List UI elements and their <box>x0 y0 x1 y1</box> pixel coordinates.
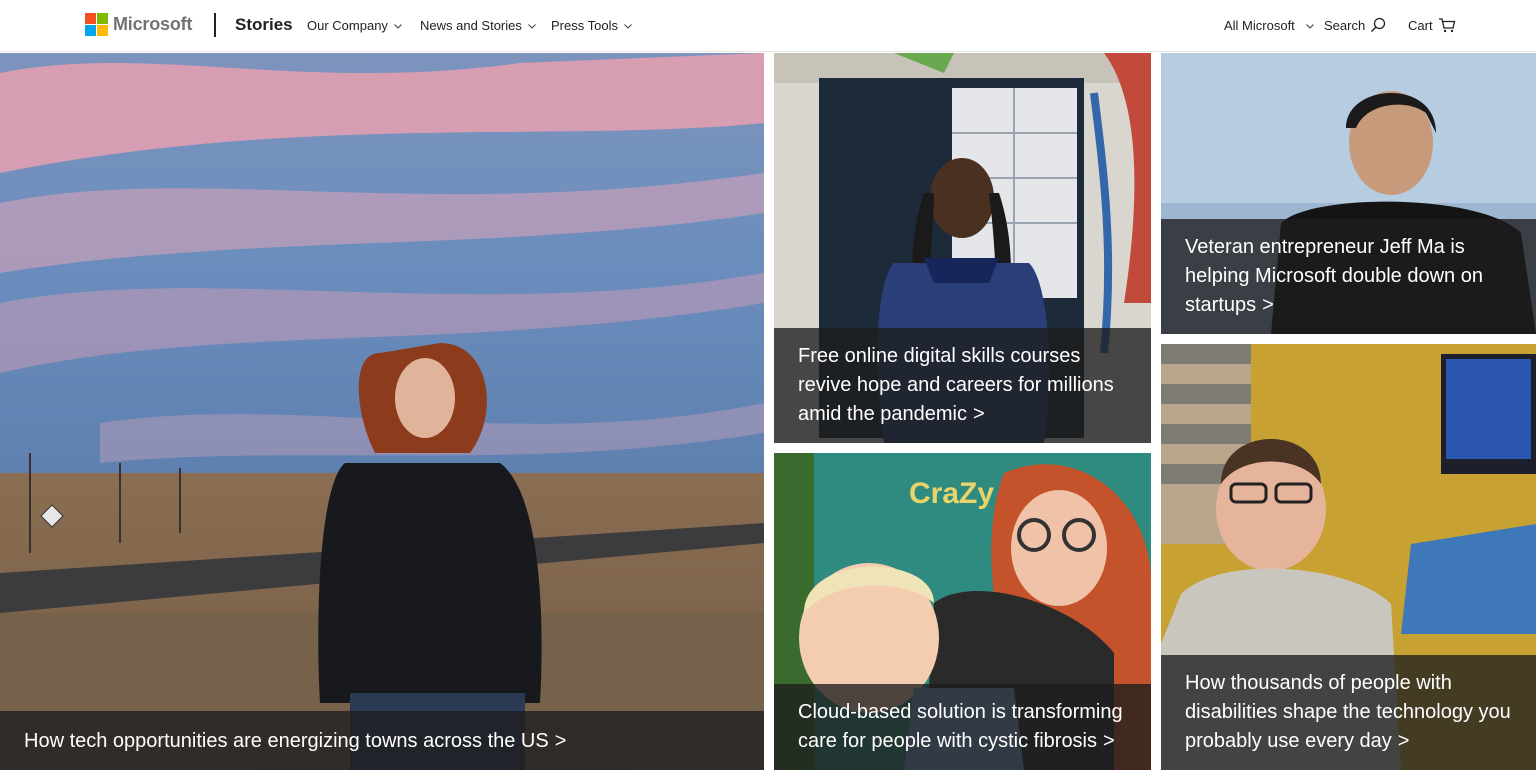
story-caption[interactable]: How thousands of people with disabilitie… <box>1161 655 1536 770</box>
site-header: Microsoft Stories Our Company News and S… <box>0 0 1536 52</box>
search-label: Search <box>1324 17 1366 33</box>
cart-icon <box>1438 18 1455 33</box>
story-title: How tech opportunities are energizing to… <box>24 730 549 752</box>
story-tile-jeff-ma[interactable]: Veteran entrepreneur Jeff Ma is helping … <box>1161 53 1536 334</box>
crazy-sign: CraZy <box>909 477 994 510</box>
chevron-down-icon <box>528 22 536 30</box>
story-title: Cloud-based solution is transforming car… <box>798 701 1123 752</box>
story-caption[interactable]: Free online digital skills courses reviv… <box>774 328 1151 443</box>
nav-label: Our Company <box>307 18 388 33</box>
microsoft-logo[interactable]: Microsoft <box>85 13 192 36</box>
search-button[interactable]: Search <box>1324 17 1386 33</box>
story-title: How thousands of people with disabilitie… <box>1185 672 1511 752</box>
story-photo <box>0 53 764 770</box>
search-icon <box>1371 17 1386 32</box>
story-title: Free online digital skills courses reviv… <box>798 345 1114 425</box>
chevron-down-icon <box>394 22 402 30</box>
chevron-right-icon: > <box>1103 730 1115 752</box>
story-tile-digital-skills[interactable]: Free online digital skills courses reviv… <box>774 53 1151 443</box>
all-microsoft-menu[interactable]: All Microsoft <box>1224 18 1314 33</box>
story-caption[interactable]: Veteran entrepreneur Jeff Ma is helping … <box>1161 219 1536 334</box>
story-caption[interactable]: Cloud-based solution is transforming car… <box>774 684 1151 770</box>
chevron-right-icon: > <box>1262 294 1274 316</box>
nav-our-company[interactable]: Our Company <box>307 18 402 33</box>
cart-button[interactable]: Cart <box>1408 17 1456 33</box>
story-tile-towns[interactable]: How tech opportunities are energizing to… <box>0 53 764 770</box>
microsoft-logo-icon <box>85 13 108 36</box>
chevron-right-icon: > <box>1397 730 1410 752</box>
chevron-right-icon: > <box>972 403 985 425</box>
story-title: Veteran entrepreneur Jeff Ma is helping … <box>1185 236 1483 316</box>
brand-name: Microsoft <box>113 14 193 34</box>
nav-label: News and Stories <box>420 18 522 33</box>
chevron-down-icon <box>624 22 632 30</box>
section-title[interactable]: Stories <box>235 15 293 35</box>
chevron-down-icon <box>1301 22 1314 30</box>
header-divider <box>214 13 216 37</box>
all-microsoft-label: All Microsoft <box>1224 18 1295 33</box>
story-tile-cystic-fibrosis[interactable]: CraZy Cloud-based solution is transformi… <box>774 453 1151 770</box>
nav-label: Press Tools <box>551 18 618 33</box>
chevron-right-icon: > <box>554 730 567 752</box>
cart-label: Cart <box>1408 17 1433 33</box>
nav-press-tools[interactable]: Press Tools <box>551 18 632 33</box>
story-tile-disabilities[interactable]: How thousands of people with disabilitie… <box>1161 344 1536 770</box>
story-caption[interactable]: How tech opportunities are energizing to… <box>0 711 764 770</box>
nav-news-and-stories[interactable]: News and Stories <box>420 18 536 33</box>
